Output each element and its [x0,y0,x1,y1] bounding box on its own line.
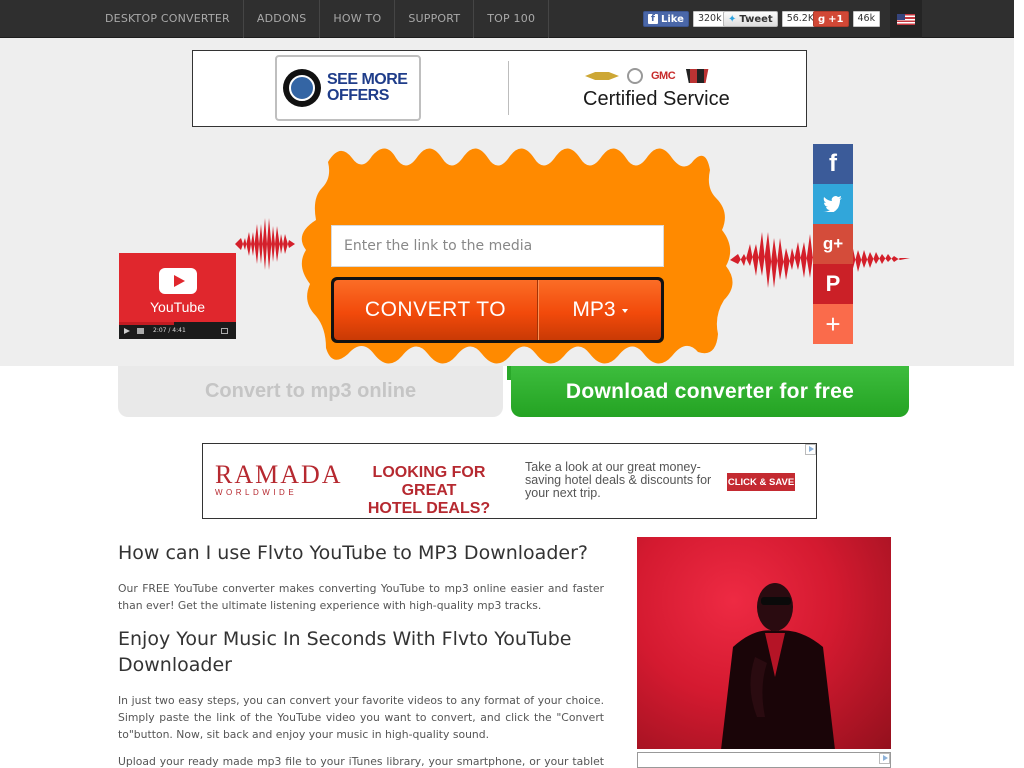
ad-headline-line1: LOOKING FOR GREAT [372,464,486,499]
facebook-like-widget[interactable]: f Like 320k [643,10,727,28]
adchoices-icon-secondary[interactable] [879,753,890,764]
ad-headline: LOOKING FOR GREAT HOTEL DEALS? [349,464,509,518]
ramada-logo: RAMADA [215,460,343,489]
secondary-ad[interactable] [637,752,891,768]
convert-button-inner: CONVERT TO MP3 [334,280,661,340]
nav-addons[interactable]: ADDONS [244,0,321,38]
tweet-button[interactable]: ✦ Tweet [723,11,778,27]
gplus-label: +1 [828,13,844,25]
certified-service-text: Certified Service [583,88,730,110]
chevrolet-logo-icon [585,72,619,80]
gmc-logo-icon: GMC [651,70,676,82]
more-share-icon[interactable]: + [813,304,853,344]
us-flag-icon [897,13,915,25]
youtube-player-controls: 2:07 / 4:41 [119,322,236,339]
player-volume-icon [137,328,144,334]
article-paragraph-1: Our FREE YouTube converter makes convert… [118,582,604,612]
media-link-input[interactable]: Enter the link to the media [331,225,664,267]
facebook-like-button[interactable]: f Like [643,11,689,27]
article: How can I use Flvto YouTube to MP3 Downl… [118,540,604,768]
facebook-like-label: Like [661,13,684,25]
player-fullscreen-icon [221,328,228,334]
language-selector[interactable] [890,0,922,38]
pinterest-icon[interactable]: P [813,264,853,304]
cadillac-logo-icon [685,69,709,83]
ad-copy: Take a look at our great money-saving ho… [525,460,712,500]
see-more-offers-label: SEE MORE OFFERS [327,71,408,104]
buick-logo-icon [627,68,643,84]
player-progress-bar [119,322,174,325]
convert-button-group: CONVERT TO MP3 [331,277,664,343]
artist-silhouette [721,583,835,749]
top-banner-ad[interactable]: SEE MORE OFFERS GMC Certified Service [192,50,807,127]
tab-download-converter[interactable]: Download converter for free [507,366,909,417]
youtube-label: YouTube [149,299,205,315]
format-selected-label: MP3 [572,298,616,321]
nav-top-100[interactable]: TOP 100 [474,0,550,38]
gplus-count: 46k [852,11,881,27]
brand-logos: GMC [585,68,711,84]
nav-support[interactable]: SUPPORT [395,0,475,38]
article-heading-2: Enjoy Your Music In Seconds With Flvto Y… [118,628,572,676]
ad-divider [508,61,509,115]
see-more-offers-line1: SEE MORE [327,71,408,88]
offers-badge-icon [283,69,321,107]
article-paragraph-2: In just two easy steps, you can convert … [118,694,604,741]
artist-photo-ad[interactable] [637,537,891,749]
facebook-icon[interactable]: f [813,144,853,184]
article-heading-1: How can I use Flvto YouTube to MP3 Downl… [118,542,588,564]
nav-desktop-converter[interactable]: DESKTOP CONVERTER [92,0,244,38]
twitter-icon: ✦ [728,13,737,25]
google-plus-icon[interactable]: g+ [813,224,853,264]
google-plus-icon: g [818,13,826,25]
article-paragraph-3: Upload your ready made mp3 file to your … [118,755,604,768]
nav-how-to[interactable]: HOW TO [320,0,396,38]
facebook-like-count: 320k [692,11,727,27]
player-play-icon [124,328,130,334]
ramada-logo-sub: WORLDWIDE [215,488,298,497]
youtube-source-card: YouTube 2:07 / 4:41 [119,253,236,339]
twitter-icon[interactable] [813,184,853,224]
convert-to-button[interactable]: CONVERT TO [334,280,538,340]
click-and-save-button[interactable]: CLICK & SAVE [727,473,795,491]
share-sidebar: f g+ P + [813,144,853,344]
see-more-offers-line2: OFFERS [327,87,389,104]
youtube-play-icon [159,268,197,294]
see-more-offers-button[interactable]: SEE MORE OFFERS [275,55,421,121]
twitter-bird-icon [823,196,842,212]
ad-headline-line2: HOTEL DEALS? [367,500,491,517]
tweet-label: Tweet [739,13,773,25]
chevron-down-icon [621,309,628,313]
adchoices-icon[interactable] [805,444,816,455]
left-soundwave [235,218,295,270]
gplus-widget[interactable]: g +1 46k [813,10,881,28]
hero-section: SEE MORE OFFERS GMC Certified Service Yo… [0,38,1014,366]
main-nav: DESKTOP CONVERTER ADDONS HOW TO SUPPORT … [92,0,550,38]
top-nav-bar: DESKTOP CONVERTER ADDONS HOW TO SUPPORT … [0,0,1014,38]
facebook-icon: f [648,14,658,24]
twitter-tweet-widget[interactable]: ✦ Tweet 56.2K [723,10,820,28]
player-time: 2:07 / 4:41 [153,327,186,334]
format-dropdown[interactable]: MP3 [538,280,661,340]
gplus-button[interactable]: g +1 [813,11,849,27]
ramada-banner-ad[interactable]: RAMADA WORLDWIDE LOOKING FOR GREAT HOTEL… [202,443,817,519]
tab-convert-online[interactable]: Convert to mp3 online [118,366,503,417]
